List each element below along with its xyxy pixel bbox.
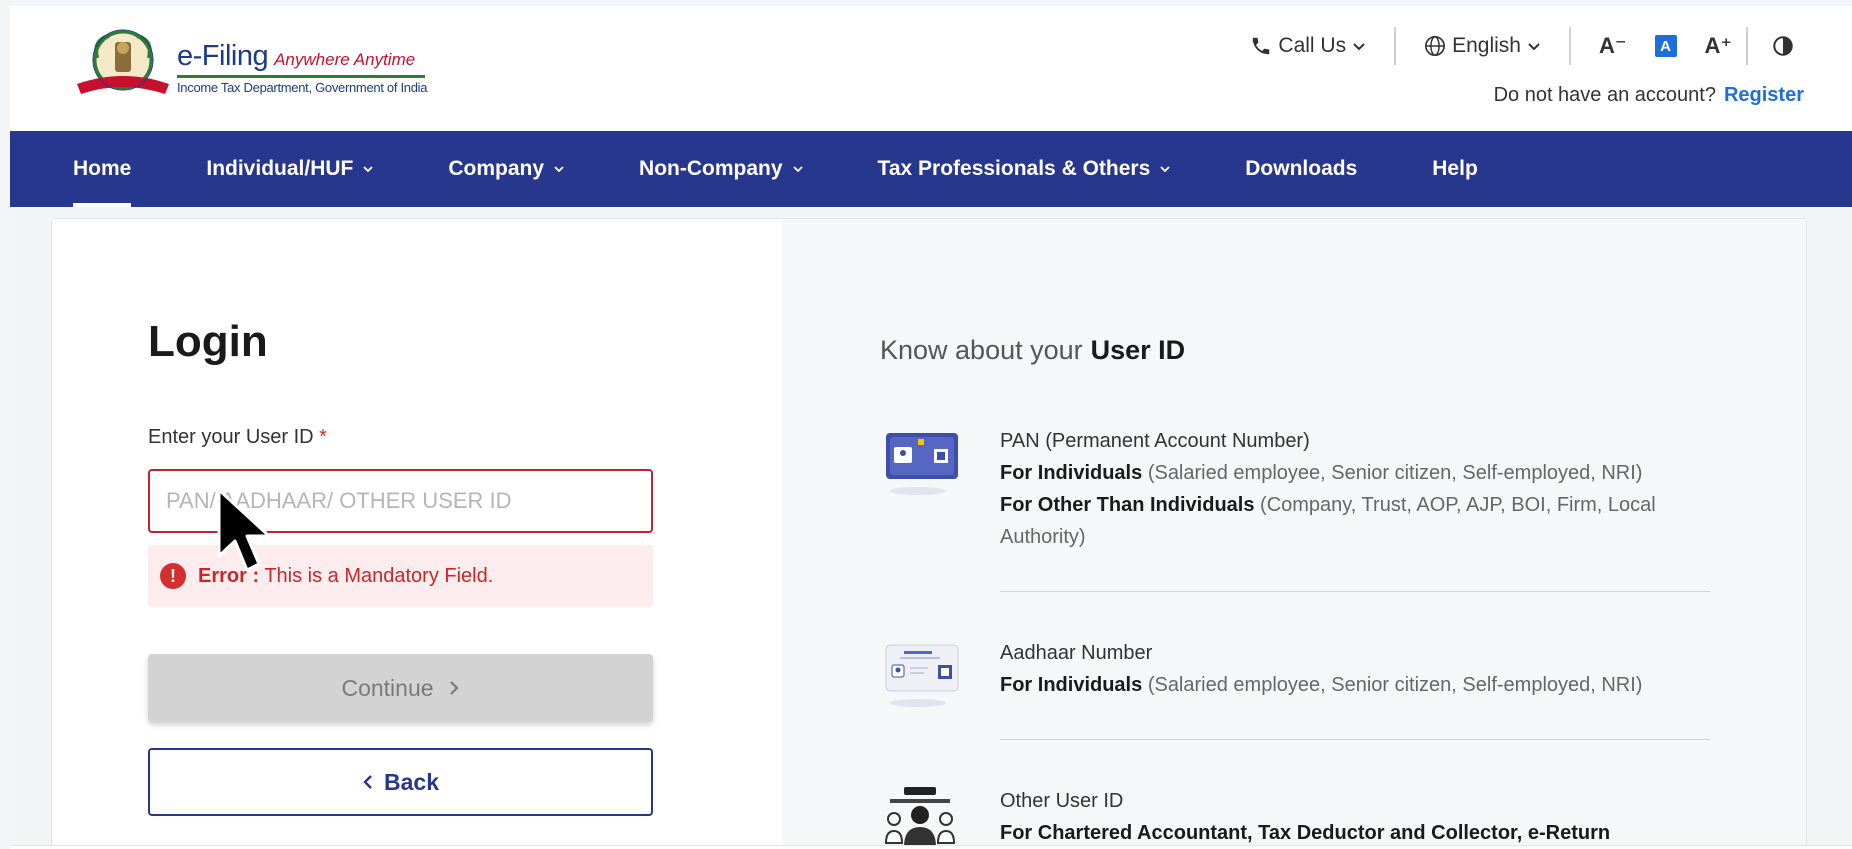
- info-detail: (Salaried employee, Senior citizen, Self…: [1147, 462, 1643, 484]
- main-nav: Home Individual/HUF Company Non-Company …: [10, 131, 1852, 207]
- nav-item-downloads[interactable]: Downloads: [1245, 131, 1357, 207]
- pan-card-icon: [886, 433, 958, 495]
- chevron-down-icon: [1353, 43, 1365, 51]
- info-bold: For Other Than Individuals: [1000, 494, 1255, 516]
- language-label: English: [1452, 34, 1521, 57]
- userid-label-text: Enter your User ID: [148, 426, 314, 448]
- login-pane: Login Enter your User ID * ! Error : Thi…: [52, 219, 782, 849]
- call-us-dropdown[interactable]: Call Us: [1222, 34, 1394, 58]
- nav-item-label: Company: [448, 157, 545, 180]
- logo-text: e-Filing Anywhere Anytime Income Tax Dep…: [177, 40, 427, 95]
- nav-item-label: Downloads: [1245, 157, 1358, 180]
- chevron-right-icon: [449, 681, 459, 695]
- info-heading: PAN (Permanent Account Number): [1000, 430, 1310, 452]
- font-increase-button[interactable]: A⁺: [1691, 33, 1747, 59]
- info-heading: Other User ID: [1000, 790, 1124, 812]
- logo-subtitle: Income Tax Department, Government of Ind…: [177, 80, 428, 95]
- font-decrease-button[interactable]: A⁻: [1585, 33, 1641, 59]
- continue-label: Continue: [341, 674, 434, 701]
- chevron-left-icon: [363, 775, 372, 789]
- logo-title: e-Filing: [177, 40, 269, 72]
- userid-input[interactable]: [148, 469, 653, 533]
- login-card: Login Enter your User ID * ! Error : Thi…: [51, 218, 1807, 849]
- chevron-down-icon: [1528, 43, 1540, 51]
- nav-item-help[interactable]: Help: [1432, 131, 1478, 207]
- chevron-down-icon: [1160, 166, 1170, 173]
- info-item-pan: PAN (Permanent Account Number) For Indiv…: [880, 425, 1710, 548]
- call-us-label: Call Us: [1278, 34, 1347, 57]
- back-label: Back: [384, 768, 439, 795]
- account-prompt-text: Do not have an account?: [1493, 84, 1716, 106]
- continue-button[interactable]: Continue: [148, 654, 653, 722]
- contrast-toggle[interactable]: [1748, 35, 1798, 57]
- error-label: Error :: [198, 564, 260, 587]
- info-text: Aadhaar Number For Individuals (Salaried…: [1000, 637, 1710, 701]
- nav-item-individual-huf[interactable]: Individual/HUF: [206, 131, 373, 207]
- logo-tagline: Anywhere Anytime: [274, 50, 416, 69]
- site-header: e-Filing Anywhere Anytime Income Tax Dep…: [10, 6, 1852, 131]
- userid-info-pane: Know about your User ID PAN (Permanent Ac…: [782, 219, 1806, 849]
- account-prompt: Do not have an account? Register: [1494, 84, 1804, 107]
- info-detail: (Salaried employee, Senior citizen, Self…: [1147, 674, 1643, 696]
- info-bold: For Chartered Accountant, Tax Deductor a…: [1000, 822, 1611, 844]
- info-bold: For Individuals: [1000, 462, 1143, 484]
- site-logo[interactable]: e-Filing Anywhere Anytime Income Tax Dep…: [73, 28, 427, 102]
- nav-item-non-company[interactable]: Non-Company: [639, 131, 803, 207]
- back-button[interactable]: Back: [148, 748, 653, 816]
- error-text: This is a Mandatory Field.: [264, 564, 494, 587]
- info-title: Know about your User ID: [880, 335, 1185, 366]
- userid-label: Enter your User ID *: [148, 426, 327, 449]
- page-frame: e-Filing Anywhere Anytime Income Tax Dep…: [10, 6, 1852, 849]
- info-title-prefix: Know about your: [880, 335, 1083, 365]
- emblem-icon: [77, 29, 169, 94]
- chevron-down-icon: [554, 166, 564, 173]
- page-title: Login: [148, 317, 268, 366]
- divider: [1000, 739, 1710, 740]
- professionals-icon: [884, 787, 956, 847]
- aadhaar-card-icon: [885, 644, 959, 707]
- info-text: Other User ID For Chartered Accountant, …: [1000, 785, 1710, 849]
- nav-item-label: Tax Professionals & Others: [877, 157, 1151, 180]
- info-title-strong: User ID: [1090, 335, 1186, 365]
- bottom-bar: [10, 845, 1852, 849]
- logo-underline: [177, 75, 425, 78]
- nav-item-home[interactable]: Home: [73, 131, 132, 207]
- font-normal-button[interactable]: A: [1654, 35, 1677, 57]
- info-item-other-user-id: Other User ID For Chartered Accountant, …: [880, 785, 1710, 849]
- register-link[interactable]: Register: [1724, 84, 1804, 106]
- divider: [1000, 591, 1710, 592]
- nav-item-label: Help: [1432, 157, 1478, 180]
- info-heading: Aadhaar Number: [1000, 642, 1153, 664]
- info-bold: For Individuals: [1000, 674, 1143, 696]
- top-tools: Call Us English A⁻ A A⁺: [1222, 26, 1798, 66]
- language-dropdown[interactable]: English: [1396, 34, 1569, 58]
- nav-item-label: Individual/HUF: [206, 157, 354, 180]
- phone-icon: [1253, 37, 1270, 55]
- chevron-down-icon: [792, 166, 803, 173]
- nav-item-tax-professionals[interactable]: Tax Professionals & Others: [878, 131, 1171, 207]
- globe-icon: [1425, 36, 1446, 56]
- chevron-down-icon: [363, 166, 373, 173]
- info-text: PAN (Permanent Account Number) For Indiv…: [1000, 425, 1710, 553]
- nav-item-label: Non-Company: [639, 157, 783, 180]
- nav-item-label: Home: [73, 157, 132, 180]
- nav-item-company[interactable]: Company: [448, 131, 564, 207]
- error-message: ! Error : This is a Mandatory Field.: [148, 545, 653, 607]
- contrast-icon: [1773, 36, 1793, 56]
- info-item-aadhaar: Aadhaar Number For Individuals (Salaried…: [880, 637, 1710, 717]
- font-size-controls: A⁻ A A⁺: [1571, 33, 1746, 59]
- error-icon: !: [160, 563, 186, 589]
- required-mark: *: [319, 426, 327, 448]
